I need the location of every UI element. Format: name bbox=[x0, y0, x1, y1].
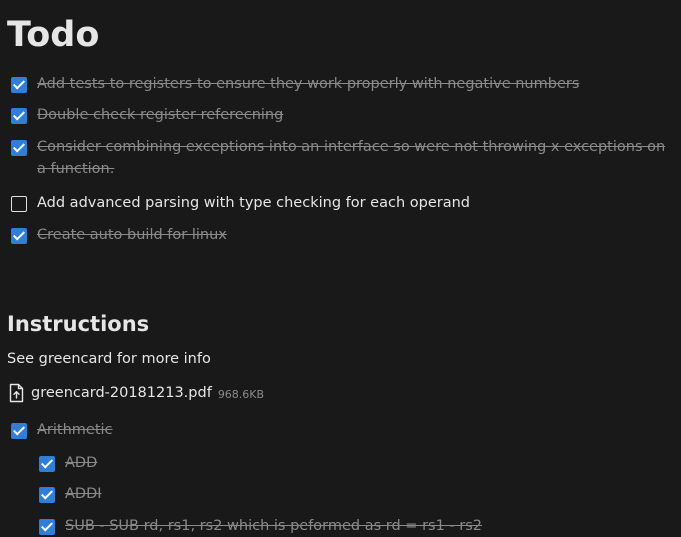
todo-item[interactable]: Consider combining exceptions into an in… bbox=[11, 139, 671, 180]
instructions-description: See greencard for more info bbox=[7, 351, 211, 367]
file-name[interactable]: greencard-20181213.pdf bbox=[31, 385, 212, 401]
todo-item[interactable]: Add advanced parsing with type checking … bbox=[11, 195, 671, 214]
checkbox-checked[interactable] bbox=[39, 487, 55, 503]
todo-item-text: Double check register referecning bbox=[37, 107, 284, 123]
todo-item[interactable]: Double check register referecning bbox=[11, 107, 671, 126]
instructions-heading: Instructions bbox=[7, 312, 150, 336]
todo-item-nested[interactable]: SUB - SUB rd, rs1, rs2 which is peformed… bbox=[39, 518, 671, 537]
todo-item-text: Create auto build for linux bbox=[37, 227, 227, 243]
todo-item[interactable]: Arithmetic bbox=[11, 422, 671, 441]
todo-item[interactable]: Create auto build for linux bbox=[11, 227, 671, 246]
file-upload-icon bbox=[9, 383, 24, 403]
todo-item-text: Add advanced parsing with type checking … bbox=[37, 195, 470, 211]
checkbox-unchecked[interactable] bbox=[11, 196, 27, 212]
checkbox-checked[interactable] bbox=[11, 108, 27, 124]
todo-item-text: ADD bbox=[65, 455, 98, 471]
todo-item-text: Add tests to registers to ensure they wo… bbox=[37, 76, 580, 92]
notes-page: Todo Add tests to registers to ensure th… bbox=[0, 0, 681, 537]
checkbox-checked[interactable] bbox=[11, 228, 27, 244]
todo-item-nested[interactable]: ADDI bbox=[39, 486, 671, 505]
checkbox-checked[interactable] bbox=[39, 519, 55, 535]
todo-item-text: SUB - SUB rd, rs1, rs2 which is peformed… bbox=[65, 518, 482, 534]
checkbox-checked[interactable] bbox=[11, 77, 27, 93]
file-size: 968.6KB bbox=[217, 387, 265, 401]
checkbox-checked[interactable] bbox=[11, 423, 27, 439]
todo-item-nested[interactable]: ADD bbox=[39, 455, 671, 474]
file-attachment[interactable]: greencard-20181213.pdf 968.6KB bbox=[9, 383, 264, 403]
todo-item-text: Arithmetic bbox=[37, 422, 113, 438]
checkbox-checked[interactable] bbox=[11, 140, 27, 156]
checkbox-checked[interactable] bbox=[39, 456, 55, 472]
todo-heading: Todo bbox=[7, 15, 100, 55]
todo-item-text: Consider combining exceptions into an in… bbox=[37, 139, 666, 177]
todo-item-text: ADDI bbox=[65, 486, 102, 502]
todo-item[interactable]: Add tests to registers to ensure they wo… bbox=[11, 76, 671, 95]
